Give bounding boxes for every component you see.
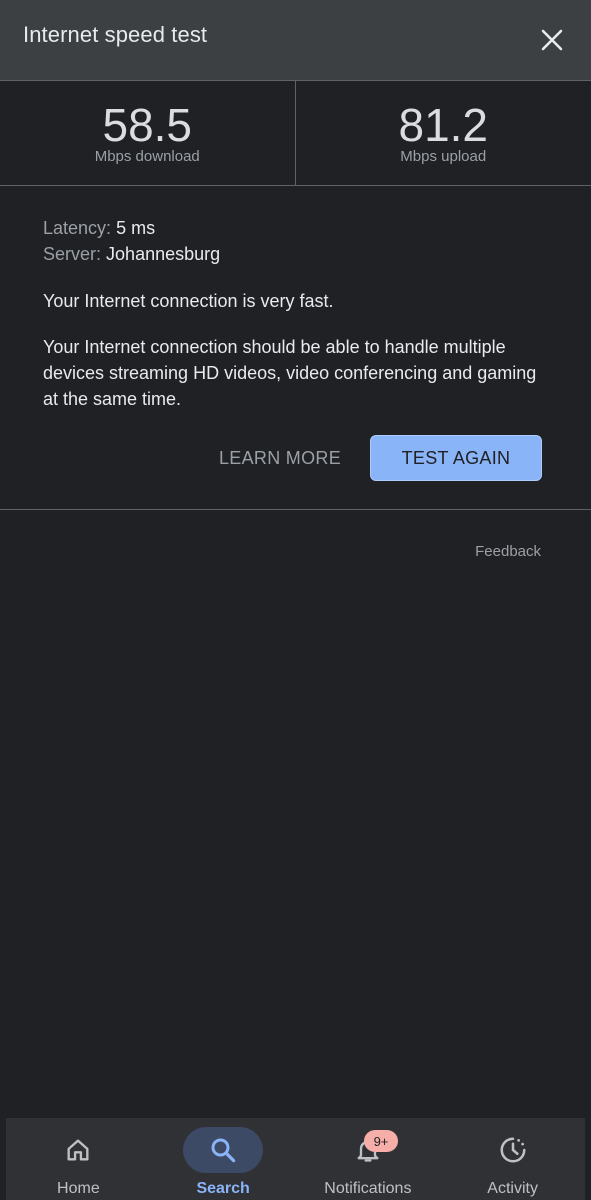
summary-text: Your Internet connection is very fast. [43,291,334,311]
upload-value: 81.2 [398,99,489,151]
download-value: 58.5 [102,99,193,151]
close-button[interactable] [532,20,572,60]
notification-badge: 9+ [364,1130,398,1152]
search-icon [211,1138,236,1163]
home-icon [67,1139,89,1161]
server-line: Server: Johannesburg [43,244,220,265]
latency-value: 5 ms [116,218,156,238]
feedback-link[interactable]: Feedback [475,543,541,560]
bottom-navigation: Home Search Notifications Activity [6,1118,585,1200]
latency-line: Latency: 5 ms [43,218,155,239]
nav-label-activity: Activity [487,1180,538,1197]
test-again-button[interactable]: TEST AGAIN [370,435,542,481]
nav-label-home: Home [57,1180,100,1197]
activity-icon [500,1137,526,1163]
upload-unit: Mbps upload [400,148,487,165]
server-value: Johannesburg [106,244,221,264]
latency-label: Latency: [43,218,112,238]
close-icon [541,29,563,51]
nav-pill-home [38,1127,118,1173]
upload-result: 81.2 Mbps upload [296,81,591,185]
description-text: Your Internet connection should be able … [43,337,537,409]
nav-item-home[interactable]: Home [6,1118,151,1200]
speed-test-page: Internet speed test 58.5 Mbps download 8… [0,0,591,1200]
nav-item-notifications[interactable]: Notifications [296,1118,441,1200]
nav-item-activity[interactable]: Activity [440,1118,585,1200]
header: Internet speed test [0,0,591,81]
nav-pill-search [183,1127,264,1173]
nav-pill-activity [473,1127,553,1173]
download-result: 58.5 Mbps download [0,81,296,185]
page-title: Internet speed test [23,22,208,47]
nav-label-notifications: Notifications [324,1180,412,1197]
server-label: Server: [43,244,102,264]
details-section: Latency: 5 ms Server: Johannesburg Your … [0,187,591,510]
nav-label-search: Search [196,1180,250,1197]
speed-results: 58.5 Mbps download 81.2 Mbps upload [0,81,591,186]
learn-more-button[interactable]: LEARN MORE [212,435,348,481]
nav-item-search[interactable]: Search [151,1118,296,1200]
download-unit: Mbps download [94,148,200,165]
